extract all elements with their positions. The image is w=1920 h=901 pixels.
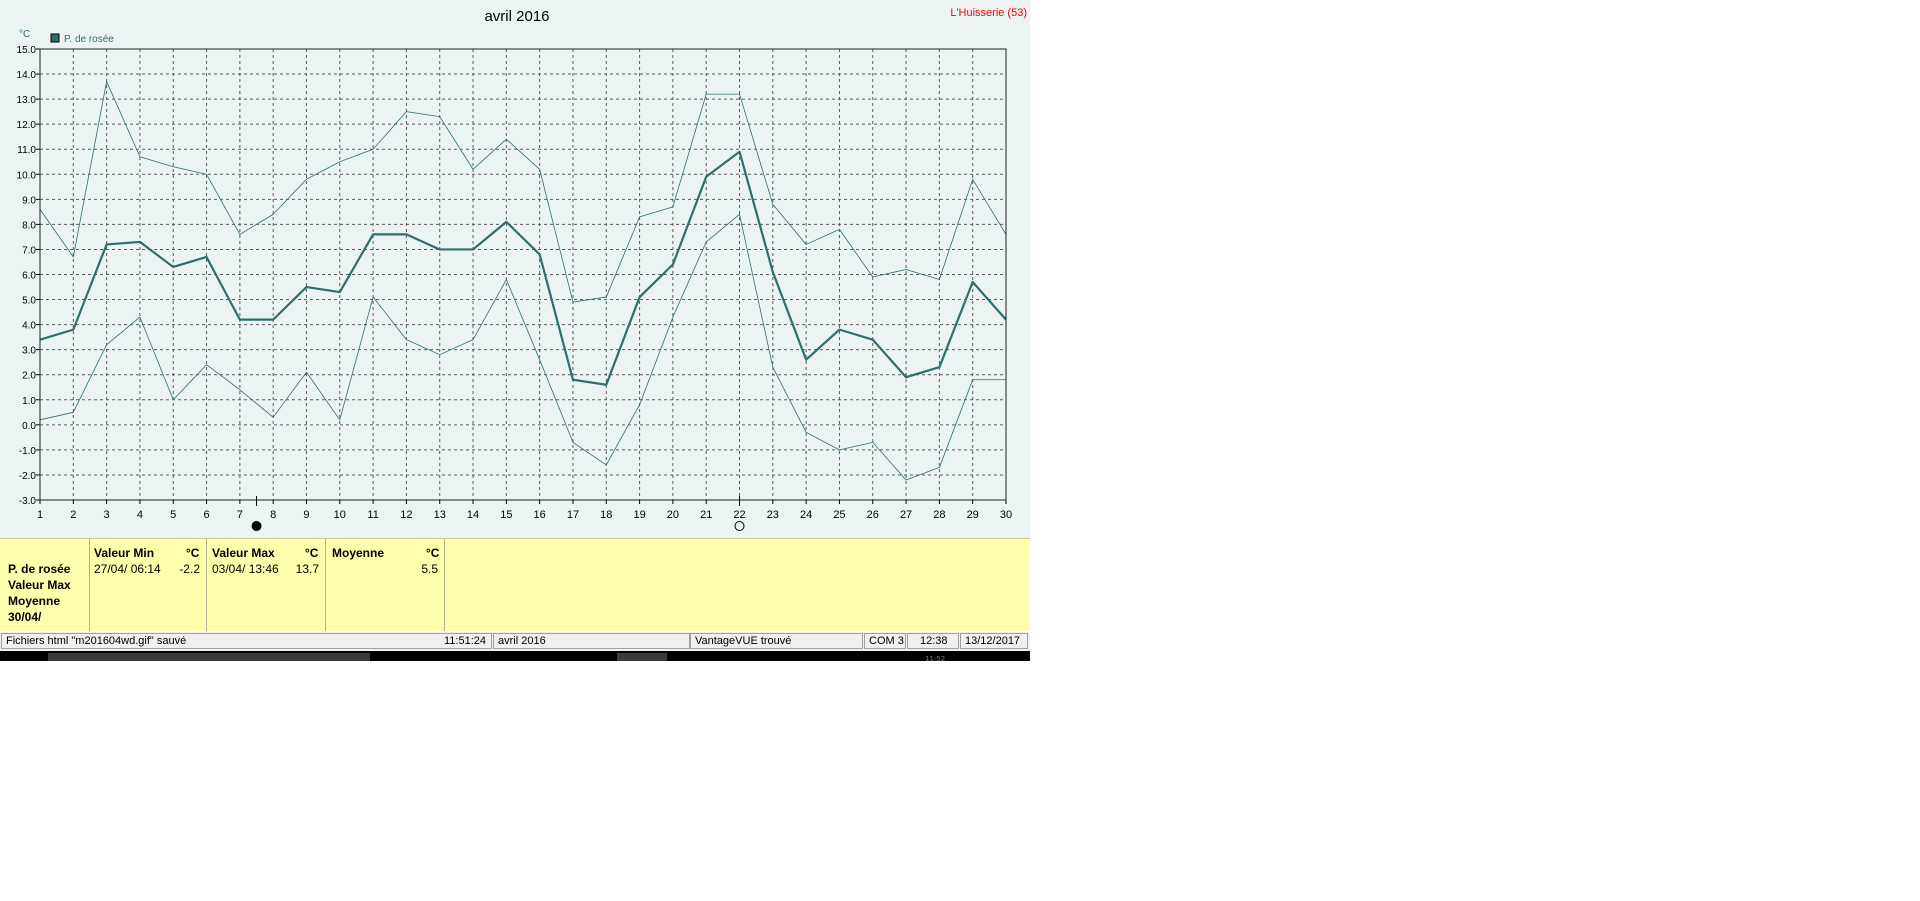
y-tick-label: 2.0 — [22, 371, 36, 382]
x-tick-label: 26 — [867, 509, 879, 521]
status-message: Fichiers html "m201604wd.gif" sauvé 11:5… — [1, 633, 492, 649]
x-tick-label: 2 — [70, 509, 76, 521]
status-message-text: Fichiers html "m201604wd.gif" sauvé — [6, 635, 187, 647]
series-line-min — [39, 213, 1006, 481]
stat-max-unit: °C — [305, 546, 319, 560]
series-layer — [39, 81, 1007, 481]
stats-mean-column: Moyenne °C 5.5 — [326, 539, 445, 631]
legend-label: P. de rosée — [64, 34, 114, 45]
series-line-max — [39, 81, 1007, 303]
stat-mean-value: 5.5 — [421, 562, 438, 576]
stat-min-value: -2.2 — [179, 562, 200, 576]
y-tick-label: 1.0 — [22, 396, 36, 407]
y-tick-label: 10.0 — [17, 170, 37, 181]
x-tick-label: 3 — [104, 509, 110, 521]
stats-min-column: Valeur Min °C 27/04/ 06:14 -2.2 — [90, 539, 207, 631]
x-tick-label: 11 — [367, 509, 378, 521]
stats-max-column: Valeur Max °C 03/04/ 13:46 13.7 — [207, 539, 326, 631]
y-tick-label: 5.0 — [22, 296, 36, 307]
taskbar-item[interactable] — [617, 653, 667, 661]
chart-area: 15.0 14.0 13.0 12.0 11.0 10.0 9.0 8.0 7.0 6.0 5.0 4… — [0, 0, 1030, 538]
x-tick-label: 5 — [170, 509, 176, 521]
x-tick-label: 12 — [400, 509, 412, 521]
x-tick-label: 24 — [800, 509, 812, 521]
stat-min-datetime: 27/04/ 06:14 — [94, 562, 161, 576]
x-tick-label: 20 — [667, 509, 679, 521]
x-tick-label: 25 — [833, 509, 845, 521]
weather-app-window: 15.0 14.0 13.0 12.0 11.0 10.0 9.0 8.0 7.0 6.0 5.0 4… — [0, 0, 1030, 663]
x-tick-label: 21 — [700, 509, 712, 521]
x-tick-label: 14 — [467, 509, 479, 521]
y-tick-label: 3.0 — [22, 346, 36, 357]
x-tick-label: 16 — [534, 509, 546, 521]
y-tick-label: -3.0 — [19, 496, 37, 507]
statistics-panel: P. de rosée Valeur Max Moyenne 30/04/ Va… — [0, 538, 1030, 631]
stat-label-mean: Moyenne — [8, 594, 61, 608]
stat-mean-header: Moyenne — [332, 546, 385, 560]
stat-label-series: P. de rosée — [8, 562, 71, 576]
y-tick-label: 7.0 — [22, 245, 36, 256]
y-tick-label: 15.0 — [17, 45, 37, 56]
x-tick-label: 9 — [303, 509, 309, 521]
x-tick-label: 6 — [203, 509, 209, 521]
x-tick-label: 17 — [567, 509, 579, 521]
y-tick-label: 4.0 — [22, 321, 36, 332]
status-port: COM 3 — [864, 633, 906, 649]
stat-max-header: Valeur Max — [212, 546, 275, 560]
stat-label-date: 30/04/ — [8, 610, 42, 624]
x-tick-label: 23 — [767, 509, 779, 521]
status-device: VantageVUE trouvé — [690, 633, 863, 649]
y-tick-label: 12.0 — [17, 120, 37, 131]
moon-full-icon — [251, 521, 262, 531]
stat-label-max: Valeur Max — [8, 578, 71, 592]
status-bar: Fichiers html "m201604wd.gif" sauvé 11:5… — [0, 632, 1030, 651]
y-tick-label: 6.0 — [22, 271, 36, 282]
chart-title: avril 2016 — [484, 8, 549, 25]
y-tick-label: -1.0 — [19, 446, 37, 457]
axis-layer: 15.014.013.012.011.010.09.08.07.06.05.04… — [17, 45, 1012, 531]
stat-mean-unit: °C — [426, 546, 440, 560]
x-tick-label: 15 — [500, 509, 512, 521]
stat-max-datetime: 03/04/ 13:46 — [212, 562, 279, 576]
station-name: L'Huisserie (53) — [950, 7, 1027, 19]
x-tick-label: 1 — [37, 509, 43, 521]
status-date: 13/12/2017 — [960, 633, 1028, 649]
y-tick-label: 0.0 — [22, 421, 36, 432]
x-tick-label: 30 — [1000, 509, 1012, 521]
x-tick-label: 8 — [270, 509, 276, 521]
x-tick-label: 28 — [933, 509, 945, 521]
x-tick-label: 29 — [967, 509, 979, 521]
y-axis-unit-label: °C — [19, 29, 30, 40]
x-tick-label: 10 — [334, 509, 346, 521]
stat-min-header: Valeur Min — [94, 546, 155, 560]
x-tick-label: 19 — [633, 509, 645, 521]
taskbar: 11:52 — [0, 651, 1030, 663]
x-tick-label: 27 — [900, 509, 912, 521]
stats-label-column: P. de rosée Valeur Max Moyenne 30/04/ — [0, 539, 90, 631]
grid-layer — [40, 49, 1006, 500]
x-tick-label: 4 — [137, 509, 143, 521]
y-tick-label: 14.0 — [17, 70, 37, 81]
x-tick-label: 7 — [237, 509, 243, 521]
y-tick-label: 13.0 — [17, 95, 37, 106]
moon-new-icon — [734, 521, 745, 531]
y-tick-label: 8.0 — [22, 220, 36, 231]
stat-min-unit: °C — [186, 546, 200, 560]
taskbar-item[interactable] — [48, 653, 370, 661]
status-time: 11:51:24 — [444, 635, 487, 647]
status-clock: 12:38 — [907, 633, 959, 649]
taskbar-clock: 11:52 — [925, 655, 946, 663]
legend-swatch — [50, 33, 60, 43]
x-tick-label: 18 — [600, 509, 612, 521]
status-period: avril 2016 — [493, 633, 690, 649]
y-tick-label: 11.0 — [17, 145, 36, 156]
stat-max-value: 13.7 — [295, 562, 319, 576]
y-tick-label: -2.0 — [19, 471, 37, 482]
y-tick-label: 9.0 — [22, 195, 36, 206]
dew-point-chart: 15.014.013.012.011.010.09.08.07.06.05.04… — [17, 7, 1027, 531]
x-tick-label: 22 — [733, 509, 745, 521]
x-tick-label: 13 — [434, 509, 446, 521]
